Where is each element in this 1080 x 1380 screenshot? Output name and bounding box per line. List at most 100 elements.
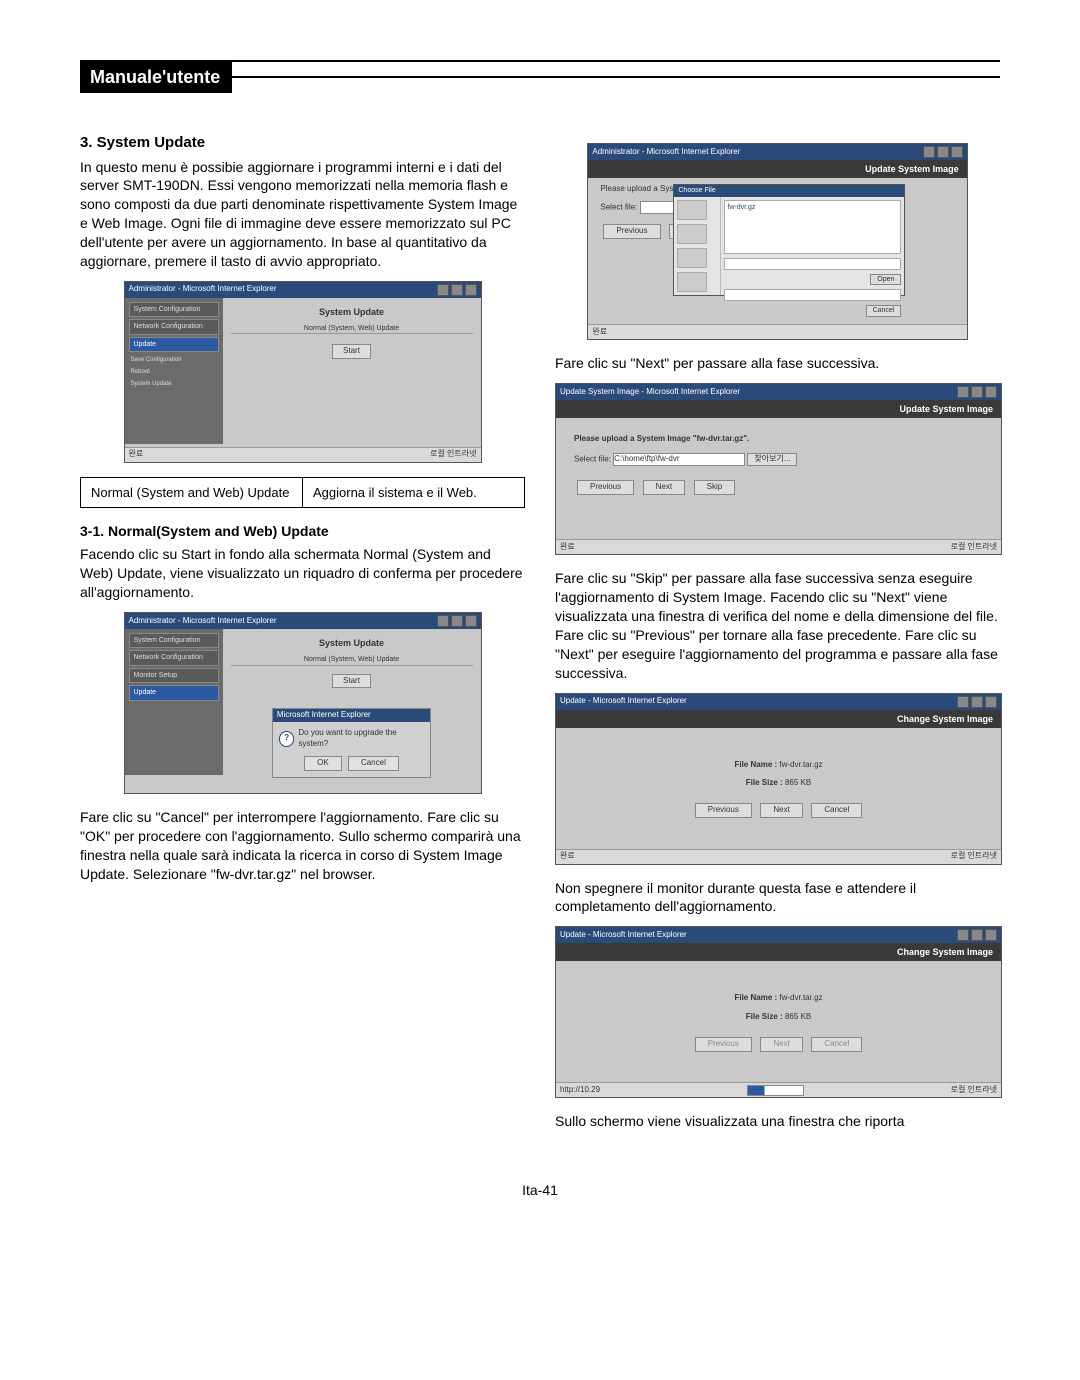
skip-button: Skip bbox=[694, 480, 736, 495]
dialog-text: Do you want to upgrade the system? bbox=[298, 728, 424, 750]
window-title: Administrator - Microsoft Internet Explo… bbox=[129, 616, 277, 627]
upload-instr: Please upload a System Image "fw-dvr.tar… bbox=[574, 434, 983, 445]
file-dialog-title: Choose File bbox=[674, 185, 904, 196]
min-icon bbox=[957, 386, 969, 398]
close-icon bbox=[985, 696, 997, 708]
window-title: Update System Image - Microsoft Internet… bbox=[560, 387, 740, 398]
close-icon bbox=[951, 146, 963, 158]
panel-sub: Normal (System, Web) Update bbox=[231, 655, 473, 665]
window-title: Administrator - Microsoft Internet Explo… bbox=[129, 284, 277, 295]
places-icon bbox=[677, 248, 707, 268]
banner-update: Update System Image bbox=[556, 400, 1001, 418]
status-zone: 로컬 인트라넷 bbox=[951, 542, 997, 553]
max-icon bbox=[971, 696, 983, 708]
open-button: Open bbox=[870, 274, 901, 285]
paragraph-nospegnere: Non spegnere il monitor durante questa f… bbox=[555, 879, 1000, 917]
min-icon bbox=[437, 615, 449, 627]
select-file-label: Select file: bbox=[600, 203, 637, 212]
places-icon bbox=[677, 200, 707, 220]
window-title: Administrator - Microsoft Internet Explo… bbox=[592, 147, 740, 158]
min-icon bbox=[437, 284, 449, 296]
paragraph-cancel-ok: Fare clic su "Cancel" per interrompere l… bbox=[80, 808, 525, 884]
sidebar-item-monitor: Monitor Setup bbox=[129, 668, 219, 683]
browse-button: 찾아보기... bbox=[747, 453, 797, 466]
max-icon bbox=[937, 146, 949, 158]
paragraph-skip-next-prev: Fare clic su "Skip" per passare alla fas… bbox=[555, 569, 1000, 682]
filename-field bbox=[724, 258, 901, 270]
status-zone: 로컬 인트라넷 bbox=[951, 851, 997, 862]
screenshot-confirm: Administrator - Microsoft Internet Explo… bbox=[124, 612, 482, 794]
cancel-button: Cancel bbox=[811, 803, 862, 818]
close-icon bbox=[465, 284, 477, 296]
manual-title: Manuale'utente bbox=[80, 62, 232, 93]
status-done: 완료 bbox=[560, 542, 575, 553]
previous-button: Previous bbox=[577, 480, 634, 495]
status-zone: 로컬 인트라넷 bbox=[430, 449, 476, 460]
close-icon bbox=[985, 386, 997, 398]
status-url: http://10.29 bbox=[560, 1085, 600, 1096]
paragraph-next1: Fare clic su "Next" per passare alla fas… bbox=[555, 354, 1000, 373]
sidebar-reboot: Reboot bbox=[129, 366, 219, 378]
file-size-value: 865 KB bbox=[785, 1012, 811, 1021]
table-cell-left: Normal (System and Web) Update bbox=[81, 477, 303, 508]
screenshot-update-system-image: Update System Image - Microsoft Internet… bbox=[555, 383, 1002, 555]
paragraph-normal-update: Facendo clic su Start in fondo alla sche… bbox=[80, 545, 525, 602]
dialog-title: Microsoft Internet Explorer bbox=[273, 709, 430, 722]
sidebar-item-update: Update bbox=[129, 685, 219, 700]
file-name-value: fw-dvr.tar.gz bbox=[779, 760, 822, 769]
previous-button-disabled: Previous bbox=[695, 1037, 752, 1052]
sidebar-item-sysconf: System Configuration bbox=[129, 633, 219, 648]
file-name-label: File Name : bbox=[734, 993, 777, 1002]
sidebar-save: Save Configuration bbox=[129, 354, 219, 366]
banner-change: Change System Image bbox=[556, 943, 1001, 961]
paragraph-system-update: In questo menu è possibie aggiornare i p… bbox=[80, 158, 525, 271]
sidebar-item-update: Update bbox=[129, 337, 219, 352]
min-icon bbox=[957, 696, 969, 708]
status-zone: 로컬 인트라넷 bbox=[951, 1085, 997, 1096]
left-column: 3. System Update In questo menu è possib… bbox=[80, 133, 525, 1141]
right-column: Administrator - Microsoft Internet Explo… bbox=[555, 133, 1000, 1141]
screenshot-filedialog: Administrator - Microsoft Internet Explo… bbox=[587, 143, 967, 340]
places-icon bbox=[677, 272, 707, 292]
window-title: Update - Microsoft Internet Explorer bbox=[560, 930, 687, 941]
file-size-label: File Size : bbox=[746, 1012, 783, 1021]
paragraph-final: Sullo schermo viene visualizzata una fin… bbox=[555, 1112, 1000, 1131]
question-icon: ? bbox=[279, 731, 295, 747]
table-cell-right: Aggiorna il sistema e il Web. bbox=[303, 477, 525, 508]
page-number: Ita-41 bbox=[80, 1181, 1000, 1200]
previous-button: Previous bbox=[695, 803, 752, 818]
file-list: fw-dvr.gz bbox=[724, 200, 901, 254]
header-rule bbox=[232, 76, 1000, 78]
min-icon bbox=[923, 146, 935, 158]
admin-sidebar: System Configuration Network Configurati… bbox=[125, 298, 223, 444]
close-icon bbox=[985, 929, 997, 941]
cancel-button-disabled: Cancel bbox=[811, 1037, 862, 1052]
banner-update: Update System Image bbox=[588, 160, 966, 178]
screenshot-change-progress: Update - Microsoft Internet Explorer Cha… bbox=[555, 926, 1002, 1098]
max-icon bbox=[971, 929, 983, 941]
cancel-button: Cancel bbox=[348, 756, 399, 771]
file-path-input: C:\home\ftp\fw-dvr bbox=[613, 453, 745, 466]
previous-button: Previous bbox=[603, 224, 660, 239]
panel-heading: System Update bbox=[231, 306, 473, 318]
screenshot-change-system-image: Update - Microsoft Internet Explorer Cha… bbox=[555, 693, 1002, 865]
update-table: Normal (System and Web) Update Aggiorna … bbox=[80, 477, 525, 509]
status-done: 완료 bbox=[129, 449, 144, 460]
file-name-label: File Name : bbox=[734, 760, 777, 769]
sidebar-item-sysconf: System Configuration bbox=[129, 302, 219, 317]
max-icon bbox=[971, 386, 983, 398]
sidebar-item-netconf: Network Configuration bbox=[129, 319, 219, 334]
ok-button: OK bbox=[304, 756, 342, 771]
max-icon bbox=[451, 284, 463, 296]
file-size-label: File Size : bbox=[746, 778, 783, 787]
window-title: Update - Microsoft Internet Explorer bbox=[560, 696, 687, 707]
file-open-dialog: Choose File fw-dvr.gz bbox=[673, 184, 905, 296]
min-icon bbox=[957, 929, 969, 941]
next-button-disabled: Next bbox=[760, 1037, 802, 1052]
file-name-value: fw-dvr.tar.gz bbox=[779, 993, 822, 1002]
places-icon bbox=[677, 224, 707, 244]
sidebar-item-netconf: Network Configuration bbox=[129, 650, 219, 665]
next-button: Next bbox=[643, 480, 685, 495]
panel-heading: System Update bbox=[231, 637, 473, 649]
screenshot-admin-update: Administrator - Microsoft Internet Explo… bbox=[124, 281, 482, 463]
